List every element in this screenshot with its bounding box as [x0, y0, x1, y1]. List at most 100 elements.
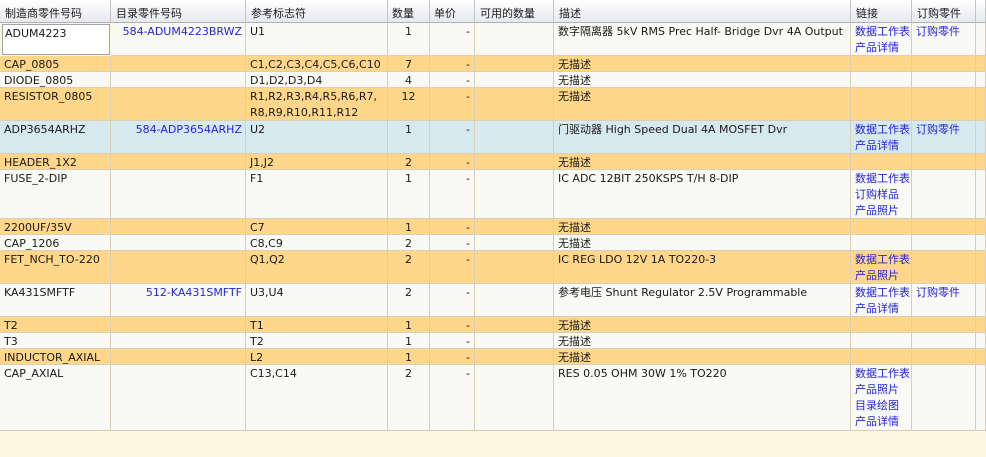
cell-available	[475, 251, 554, 284]
cell-quantity: 1	[388, 121, 430, 154]
link-item[interactable]: 产品详情	[855, 414, 908, 430]
cell-unit-price: -	[430, 317, 475, 333]
header-description[interactable]: 描述	[554, 0, 851, 23]
cell-quantity: 2	[388, 251, 430, 284]
header-order[interactable]: 订购零件	[912, 0, 976, 23]
cell-catalog-part	[111, 154, 246, 170]
cell-quantity: 1	[388, 23, 430, 56]
cell-manufacturer-part: ADUM4223	[2, 24, 110, 55]
cell-quantity: 7	[388, 56, 430, 72]
header-links[interactable]: 链接	[851, 0, 912, 23]
link-item[interactable]: 产品照片	[855, 203, 908, 218]
link-item[interactable]: 订购样品	[855, 187, 908, 203]
cell-catalog-part	[111, 251, 246, 284]
cell-quantity: 2	[388, 235, 430, 251]
cell-catalog-part[interactable]: 584-ADP3654ARHZ	[111, 121, 246, 154]
link-item[interactable]: 产品详情	[855, 138, 908, 153]
cell-quantity: 2	[388, 365, 430, 431]
header-available[interactable]: 可用的数量	[475, 0, 554, 23]
cell-links	[851, 56, 912, 72]
cell-unit-price: -	[430, 88, 475, 121]
cell-available	[475, 284, 554, 317]
row-filler	[976, 219, 986, 235]
cell-quantity: 1	[388, 219, 430, 235]
row-filler	[976, 121, 986, 154]
order-link	[912, 219, 976, 235]
cell-manufacturer-part: T2	[0, 317, 111, 333]
cell-reference: C8,C9	[246, 235, 388, 251]
cell-manufacturer-part: HEADER_1X2	[0, 154, 111, 170]
cell-quantity: 1	[388, 317, 430, 333]
cell-manufacturer-part: KA431SMFTF	[0, 284, 111, 317]
cell-links	[851, 154, 912, 170]
cell-catalog-part[interactable]: 584-ADUM4223BRWZ	[111, 23, 246, 56]
order-link	[912, 365, 976, 431]
link-item[interactable]: 产品照片	[855, 268, 908, 283]
cell-manufacturer-part: CAP_1206	[0, 235, 111, 251]
cell-unit-price: -	[430, 284, 475, 317]
header-unit-price[interactable]: 单价	[430, 0, 475, 23]
cell-links	[851, 349, 912, 365]
bom-table: 制造商零件号码 目录零件号码 参考标志符 数量 单价 可用的数量 描述 链接 订购零件 ADUM4…	[0, 0, 986, 431]
header-catalog-part[interactable]: 目录零件号码	[111, 0, 246, 23]
cell-catalog-part	[111, 365, 246, 431]
cell-reference: R1,R2,R3,R4,R5,R6,R7, R8,R9,R10,R11,R12	[246, 88, 388, 121]
link-item[interactable]: 数据工作表	[855, 252, 910, 268]
link-item[interactable]: 数据工作表	[855, 366, 910, 382]
cell-unit-price: -	[430, 72, 475, 88]
order-link[interactable]: 订购零件	[912, 23, 976, 56]
cell-available	[475, 88, 554, 121]
cell-quantity: 4	[388, 72, 430, 88]
order-link[interactable]: 订购零件	[912, 284, 976, 317]
cell-available	[475, 235, 554, 251]
cell-catalog-part	[111, 88, 246, 121]
cell-quantity: 2	[388, 284, 430, 317]
cell-quantity: 1	[388, 333, 430, 349]
order-link[interactable]: 订购零件	[912, 121, 976, 154]
link-item[interactable]: 产品详情	[855, 40, 908, 55]
order-link	[912, 154, 976, 170]
cell-quantity: 1	[388, 170, 430, 219]
cell-links: 数据工作表 订购样品 产品照片	[851, 170, 912, 219]
row-filler	[976, 235, 986, 251]
cell-description: 无描述	[554, 235, 851, 251]
order-link	[912, 349, 976, 365]
cell-available	[475, 333, 554, 349]
cell-quantity: 1	[388, 349, 430, 365]
cell-links	[851, 88, 912, 121]
cell-available	[475, 23, 554, 56]
header-manufacturer-part[interactable]: 制造商零件号码	[0, 0, 111, 23]
row-filler	[976, 251, 986, 284]
cell-available	[475, 317, 554, 333]
cell-description: 无描述	[554, 219, 851, 235]
cell-description: RES 0.05 OHM 30W 1% TO220	[554, 365, 851, 431]
cell-available	[475, 365, 554, 431]
link-item[interactable]: 数据工作表	[855, 24, 910, 40]
cell-description: 无描述	[554, 56, 851, 72]
link-item[interactable]: 数据工作表	[855, 122, 910, 138]
cell-reference: T1	[246, 317, 388, 333]
cell-unit-price: -	[430, 365, 475, 431]
link-item[interactable]: 目录绘图	[855, 398, 908, 414]
cell-unit-price: -	[430, 170, 475, 219]
cell-available	[475, 219, 554, 235]
link-item[interactable]: 产品详情	[855, 301, 908, 316]
cell-manufacturer-part: CAP_0805	[0, 56, 111, 72]
cell-reference: L2	[246, 349, 388, 365]
link-item[interactable]: 数据工作表	[855, 171, 910, 187]
cell-catalog-part	[111, 349, 246, 365]
cell-reference: C13,C14	[246, 365, 388, 431]
link-item[interactable]: 产品照片	[855, 382, 908, 398]
cell-manufacturer-part: RESISTOR_0805	[0, 88, 111, 121]
header-reference[interactable]: 参考标志符	[246, 0, 388, 23]
row-filler	[976, 365, 986, 431]
cell-unit-price: -	[430, 56, 475, 72]
link-item[interactable]: 数据工作表	[855, 285, 910, 301]
cell-description: 无描述	[554, 349, 851, 365]
cell-links	[851, 72, 912, 88]
cell-links: 数据工作表 产品照片 目录绘图 产品详情	[851, 365, 912, 431]
header-quantity[interactable]: 数量	[388, 0, 430, 23]
cell-catalog-part	[111, 333, 246, 349]
row-filler	[976, 284, 986, 317]
cell-catalog-part[interactable]: 512-KA431SMFTF	[111, 284, 246, 317]
